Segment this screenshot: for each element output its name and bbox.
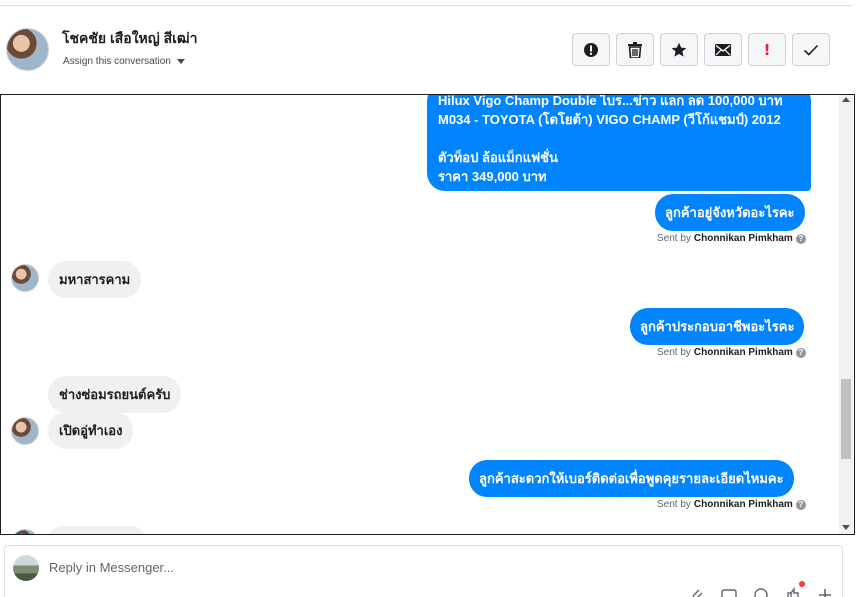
caret-down-icon [176, 59, 185, 64]
like-icon[interactable] [785, 581, 805, 597]
contact-avatar-small [11, 264, 39, 292]
listing-line: Hilux Vigo Champ Double ไบร...ข่าว แลก ล… [438, 94, 783, 108]
sender-name: Chonnikan Pimkham [693, 499, 793, 510]
more-tools-icon[interactable] [817, 585, 835, 597]
composer-tools [689, 581, 835, 597]
exclamation-icon: ! [763, 40, 771, 59]
check-icon [803, 44, 819, 56]
sent-by-prefix: Sent by [657, 499, 691, 510]
help-icon[interactable]: ? [795, 233, 806, 244]
contact-name[interactable]: โชคชัย เสือใหญ่ สีเฒ่า [62, 28, 197, 50]
sent-by-label: Sent by Chonnikan Pimkham ? [657, 347, 806, 358]
delete-button[interactable] [616, 33, 654, 66]
listing-line: ตัวท็อป ล้อแม็กแฟชั่น [438, 150, 558, 165]
notification-dot [799, 581, 805, 587]
incoming-message: ช่างซ่อมรถยนต์ครับ [48, 376, 182, 413]
chat-scrollbar[interactable] [839, 95, 853, 534]
help-icon[interactable]: ? [795, 347, 806, 358]
scroll-down-arrow-icon[interactable] [842, 525, 850, 530]
reply-composer [4, 545, 843, 597]
reply-input[interactable] [49, 560, 809, 575]
help-icon[interactable]: ? [795, 499, 806, 510]
contact-avatar-small [11, 529, 39, 534]
contact-avatar[interactable] [6, 28, 49, 71]
conversation-header: โชคชัย เสือใหญ่ สีเฒ่า Assign this conve… [0, 6, 853, 94]
alert-circle-icon [584, 42, 598, 57]
sent-by-prefix: Sent by [657, 347, 691, 358]
contact-avatar-small [11, 417, 39, 445]
mark-spam-button[interactable] [572, 33, 610, 66]
incoming-message: มหาสารคาม [48, 261, 142, 298]
attach-icon[interactable] [689, 585, 707, 597]
conversation-actions: ! [572, 33, 830, 66]
star-icon [671, 42, 687, 57]
sender-name: Chonnikan Pimkham [693, 233, 793, 244]
outgoing-message: ลูกค้าประกอบอาชีพอะไรคะ [630, 308, 805, 345]
scroll-thumb[interactable] [841, 379, 851, 459]
scroll-up-arrow-icon[interactable] [842, 97, 850, 102]
assign-label: Assign this conversation [63, 56, 171, 67]
message-thread[interactable]: Hilux Vigo Champ Double ไบร...ข่าว แลก ล… [0, 94, 855, 535]
sent-by-prefix: Sent by [657, 233, 691, 244]
outgoing-message: ลูกค้าสะดวกให้เบอร์ติดต่อเพื่อพูดคุยรายล… [469, 460, 794, 497]
mark-done-button[interactable] [792, 33, 830, 66]
assign-conversation-dropdown[interactable]: Assign this conversation [63, 56, 185, 67]
star-button[interactable] [660, 33, 698, 66]
sent-by-label: Sent by Chonnikan Pimkham ? [657, 499, 806, 510]
incoming-message: เปิดอู่ทำเอง [48, 412, 134, 449]
envelope-icon [715, 43, 731, 56]
listing-line: M034 - TOYOTA (โตโยต้า) VIGO CHAMP (วีโก… [438, 112, 781, 127]
listing-line: ราคา 349,000 บาท [438, 169, 547, 184]
emoji-icon[interactable] [753, 585, 771, 597]
mark-unread-button[interactable] [704, 33, 742, 66]
trash-icon [628, 41, 642, 58]
saved-reply-icon[interactable] [721, 585, 739, 597]
follow-up-button[interactable]: ! [748, 33, 786, 66]
page-avatar [13, 555, 39, 581]
outgoing-message: ลูกค้าอยู่จังหวัดอะไรคะ [655, 194, 805, 231]
sender-name: Chonnikan Pimkham [693, 347, 793, 358]
incoming-message-partial [48, 526, 146, 534]
outgoing-message-listing: Hilux Vigo Champ Double ไบร...ข่าว แลก ล… [427, 94, 811, 191]
sent-by-label: Sent by Chonnikan Pimkham ? [657, 233, 806, 244]
